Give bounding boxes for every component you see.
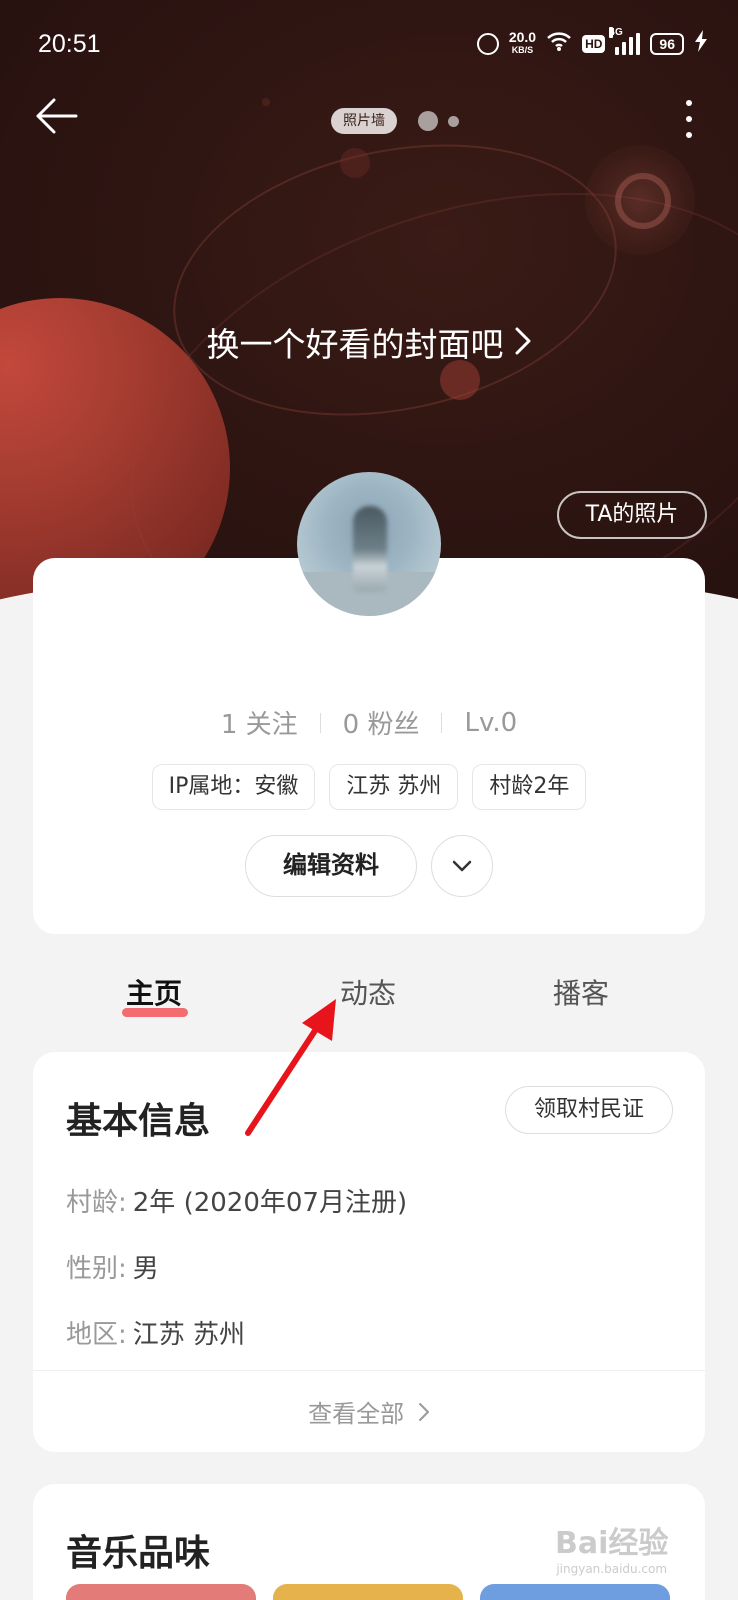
- change-cover-button[interactable]: 换一个好看的封面吧: [0, 318, 738, 366]
- dot: [686, 132, 692, 138]
- page-dot: [418, 111, 438, 131]
- netease-music-logo-icon: [585, 145, 695, 255]
- profile-stats: 1 关注 0 粉丝 Lv.0: [33, 704, 705, 741]
- charging-icon: [694, 30, 708, 58]
- chevron-right-icon: [514, 325, 532, 365]
- net-speed-unit: KB/S: [511, 45, 534, 55]
- baidu-jingyan-watermark: Bai经验 jingyan.baidu.com: [555, 1518, 668, 1576]
- account-age-tag[interactable]: 村龄2年: [472, 764, 587, 810]
- music-taste-tile[interactable]: [480, 1584, 670, 1600]
- status-icons: 20.0 KB/S HD 4G 96: [476, 27, 708, 58]
- edit-profile-button[interactable]: 编辑资料: [245, 835, 417, 897]
- info-label: 村龄:: [66, 1188, 127, 1218]
- followers-count[interactable]: 0 粉丝: [343, 704, 420, 741]
- more-options-button[interactable]: [676, 96, 702, 142]
- divider: [33, 1370, 705, 1371]
- signal-icon: 4G: [609, 27, 641, 55]
- photo-wall-chip[interactable]: 照片墙: [331, 108, 397, 134]
- info-row-region: 地区: 江苏 苏州: [66, 1314, 245, 1351]
- tab-podcast[interactable]: 播客: [553, 972, 609, 1012]
- view-all-button[interactable]: 查看全部: [33, 1394, 705, 1429]
- basic-info-card: 基本信息 领取村民证 村龄: 2年 (2020年07月注册) 性别: 男 地区: 江苏…: [33, 1052, 705, 1452]
- battery-icon: 96: [650, 33, 684, 55]
- section-title: 音乐品味: [66, 1533, 211, 1574]
- wifi-icon: [546, 30, 572, 58]
- net-speed: 20.0 KB/S: [508, 29, 537, 57]
- page-indicator: [418, 111, 459, 131]
- info-label: 地区:: [66, 1320, 127, 1350]
- chevron-down-icon: [452, 857, 472, 876]
- tab-home-label: 主页: [126, 977, 183, 1010]
- watermark-text: Bai经验: [555, 1526, 669, 1561]
- following-count[interactable]: 1 关注: [221, 704, 298, 741]
- avatar-photo-figure: [353, 506, 387, 592]
- dot: [686, 116, 692, 122]
- annotation-arrow-icon: [245, 999, 336, 1136]
- music-note-decoration: [440, 360, 480, 400]
- profile-tabs: 主页 动态 播客: [0, 972, 738, 1032]
- dot: [686, 100, 692, 106]
- bubble-decoration: [262, 98, 270, 106]
- bubble-decoration: [340, 148, 370, 178]
- status-time: 20:51: [38, 30, 101, 58]
- back-arrow-icon: [34, 98, 78, 138]
- user-level[interactable]: Lv.0: [464, 708, 517, 738]
- profile-tags: IP属地：安徽 江苏 苏州 村龄2年: [33, 764, 705, 810]
- music-taste-tile[interactable]: [66, 1584, 256, 1600]
- net-speed-value: 20.0: [508, 29, 537, 45]
- divider: [441, 712, 443, 733]
- music-taste-tile[interactable]: [273, 1584, 463, 1600]
- ta-photos-button[interactable]: TA的照片: [557, 491, 707, 539]
- info-value: 2年 (2020年07月注册): [132, 1188, 408, 1218]
- page-dot: [448, 115, 459, 127]
- info-label: 性别:: [66, 1254, 127, 1284]
- change-cover-label: 换一个好看的封面吧: [206, 325, 504, 364]
- info-row-gender: 性别: 男: [66, 1248, 159, 1285]
- network-type: 4G: [609, 27, 623, 38]
- info-value: 男: [132, 1254, 159, 1284]
- ip-location-tag[interactable]: IP属地：安徽: [151, 764, 316, 810]
- region-tag[interactable]: 江苏 苏州: [329, 764, 459, 810]
- info-row-account-age: 村龄: 2年 (2020年07月注册): [66, 1182, 407, 1219]
- section-title: 基本信息: [66, 1101, 211, 1142]
- watermark-url: jingyan.baidu.com: [556, 1562, 668, 1576]
- alarm-icon: [476, 33, 499, 55]
- divider: [319, 712, 321, 733]
- expand-button[interactable]: [431, 835, 493, 897]
- info-value: 江苏 苏州: [132, 1320, 246, 1350]
- view-all-label: 查看全部: [308, 1400, 405, 1428]
- avatar[interactable]: [297, 472, 441, 616]
- claim-villager-card-button[interactable]: 领取村民证: [505, 1086, 673, 1134]
- back-button[interactable]: [30, 92, 82, 144]
- profile-actions: 编辑资料: [33, 835, 705, 897]
- status-bar: 20:51 20.0 KB/S HD 4G 96: [0, 0, 738, 90]
- hd-icon: HD: [582, 35, 606, 53]
- tab-home[interactable]: 主页: [122, 972, 188, 1017]
- chevron-right-icon: [410, 1400, 430, 1428]
